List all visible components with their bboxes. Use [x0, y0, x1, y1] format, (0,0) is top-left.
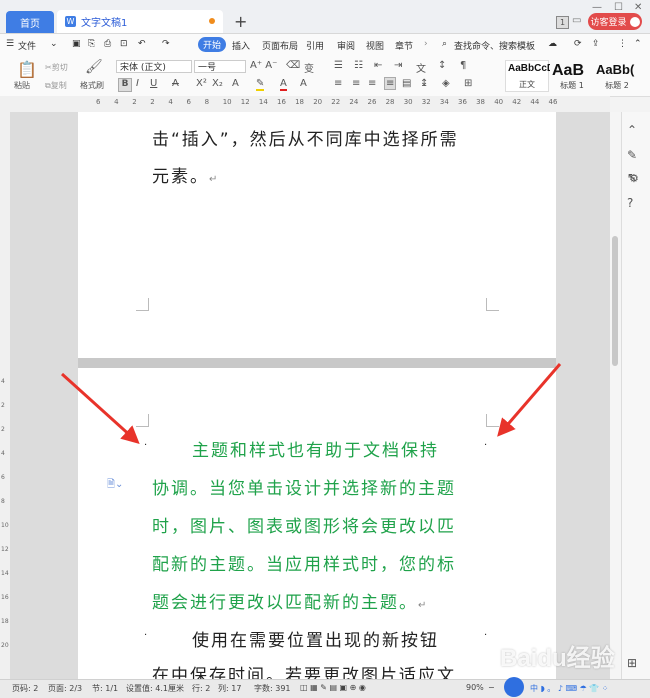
vertical-scrollbar[interactable]	[610, 112, 621, 679]
adjust-icon[interactable]: ⚙	[629, 172, 639, 185]
left-red-arrow	[60, 372, 140, 445]
grid-apps-icon[interactable]: ⊞	[627, 656, 637, 670]
panel-chevron-icon[interactable]: ⌃	[627, 123, 637, 137]
scrollbar-thumb[interactable]	[612, 236, 618, 366]
status-position[interactable]: 设置值: 4.1厘米	[126, 683, 184, 694]
right-tool-panel	[621, 112, 650, 679]
zoom-level[interactable]: 90%	[466, 683, 484, 692]
status-view-icons[interactable]: ◫ ▦ ✎ ▤ ▣ ⊕ ◉	[300, 683, 366, 692]
status-section[interactable]: 节: 1/1	[92, 683, 118, 694]
zoom-out-icon[interactable]: −	[488, 683, 495, 692]
status-col[interactable]: 列: 17	[218, 683, 241, 694]
status-words[interactable]: 字数: 391	[254, 683, 291, 694]
watermark-logo: Baidu经验	[500, 645, 615, 672]
annotation-arrows	[60, 363, 562, 445]
right-red-arrow	[497, 363, 562, 437]
pen-icon[interactable]: ✎	[627, 148, 637, 162]
status-pages[interactable]: 页面: 2/3	[48, 683, 82, 694]
status-row[interactable]: 行: 2	[192, 683, 210, 694]
ime-toolbar[interactable]: 中 ◗ 。 ♪ ⌨ ☂ 👕 ⁘	[530, 683, 609, 694]
assistant-icon[interactable]	[504, 677, 524, 697]
help-icon[interactable]: ?	[627, 196, 633, 210]
status-page-num[interactable]: 页码: 2	[12, 683, 38, 694]
